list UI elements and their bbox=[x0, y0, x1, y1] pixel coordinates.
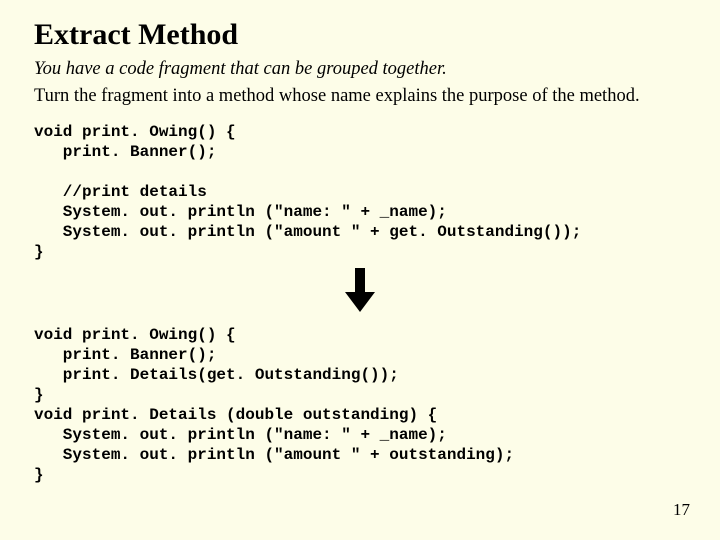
slide: Extract Method You have a code fragment … bbox=[0, 0, 720, 540]
page-number: 17 bbox=[673, 500, 690, 520]
slide-title: Extract Method bbox=[34, 18, 686, 52]
code-after: void print. Owing() { print. Banner(); p… bbox=[34, 325, 686, 485]
code-before: void print. Owing() { print. Banner(); /… bbox=[34, 122, 686, 262]
solution-statement: Turn the fragment into a method whose na… bbox=[34, 85, 686, 108]
problem-statement: You have a code fragment that can be gro… bbox=[34, 58, 686, 81]
arrow-down-icon bbox=[34, 268, 686, 319]
